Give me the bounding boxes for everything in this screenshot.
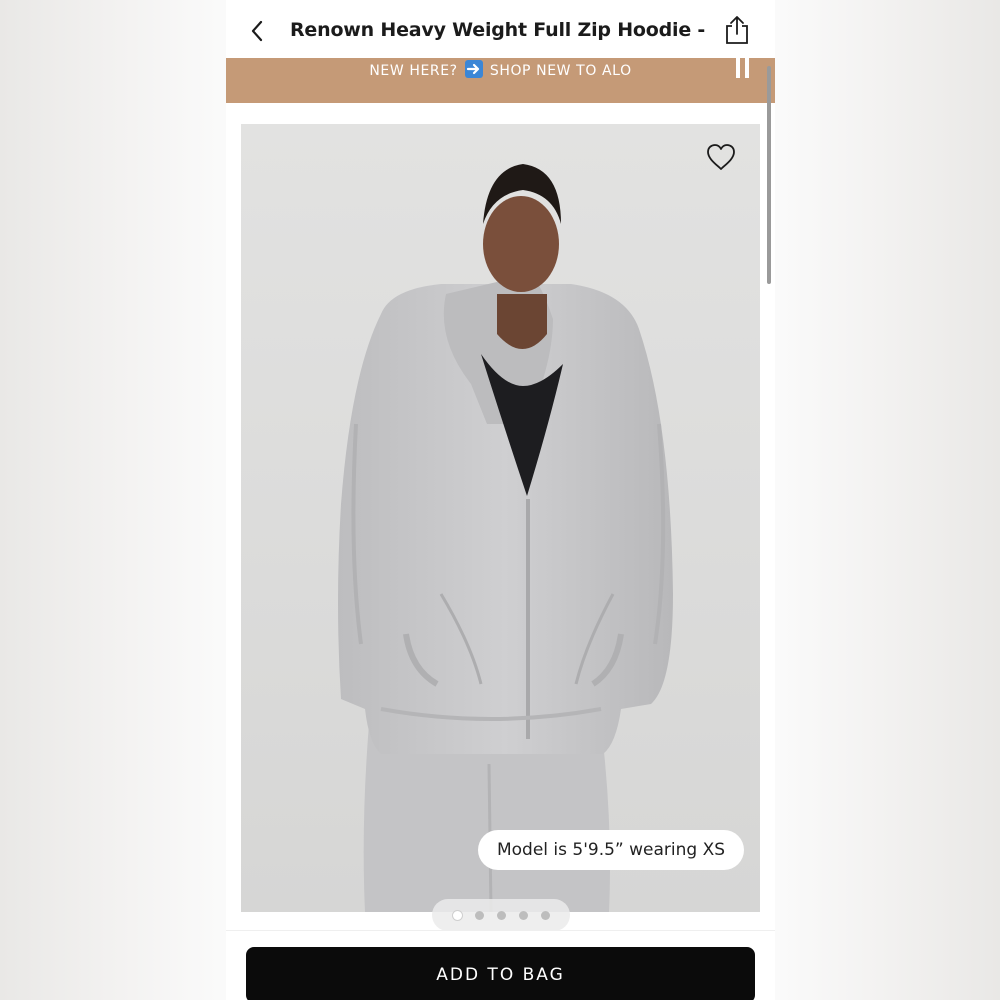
product-photo	[241, 124, 760, 912]
pause-button[interactable]	[732, 58, 752, 80]
model-size-caption: Model is 5'9.5” wearing XS	[478, 830, 744, 870]
carousel-dot-3[interactable]	[496, 910, 506, 920]
carousel-dot-4[interactable]	[518, 910, 528, 920]
right-arrow-emoji-icon	[464, 60, 483, 78]
carousel-dot-1[interactable]	[452, 910, 462, 920]
pause-icon-bar	[744, 58, 749, 78]
product-image-carousel[interactable]: Model is 5'9.5” wearing XS	[241, 124, 760, 912]
add-to-bag-button[interactable]: ADD TO BAG	[246, 947, 755, 1000]
product-page: Renown Heavy Weight Full Zip Hoodie - At…	[226, 0, 775, 1000]
share-button[interactable]	[722, 14, 752, 46]
promo-banner[interactable]: NEW HERE? SHOP NEW TO ALO	[226, 58, 775, 103]
chevron-left-icon	[251, 20, 263, 42]
heart-icon[interactable]	[705, 142, 737, 172]
promo-text: NEW HERE? SHOP NEW TO ALO	[226, 60, 775, 79]
carousel-pagination	[432, 899, 570, 931]
pause-icon	[735, 58, 740, 78]
bottom-action-bar: ADD TO BAG	[226, 930, 775, 1000]
share-icon	[726, 16, 748, 44]
top-navigation-bar: Renown Heavy Weight Full Zip Hoodie - At…	[226, 0, 775, 58]
back-button[interactable]	[244, 18, 270, 44]
carousel-dot-5[interactable]	[540, 910, 550, 920]
carousel-dot-2[interactable]	[474, 910, 484, 920]
page-title: Renown Heavy Weight Full Zip Hoodie - At…	[290, 19, 710, 41]
promo-text-before: NEW HERE?	[369, 63, 458, 79]
page-scrollbar[interactable]	[767, 66, 771, 284]
promo-text-after: SHOP NEW TO ALO	[489, 63, 632, 79]
